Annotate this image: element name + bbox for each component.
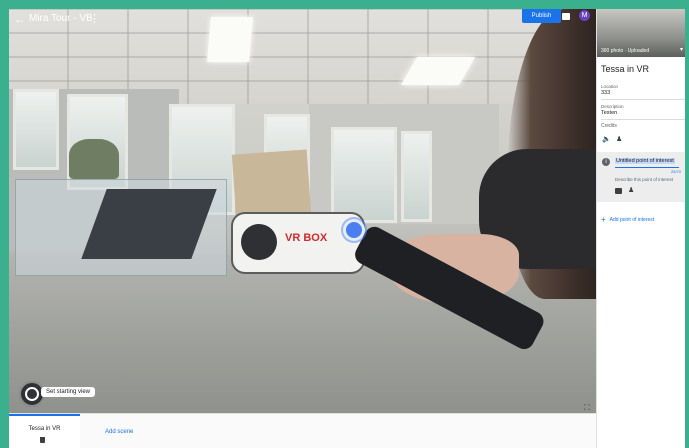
thumbnail-label: 360 photo · Uploaded [601,48,650,54]
target-icon [25,387,39,401]
point-of-interest-card: i Untitled point of interest 25/70 Descr… [597,152,685,202]
info-icon: i [602,158,610,166]
description-label: Description [601,104,624,109]
add-person-icon[interactable]: ♟ [628,186,634,194]
location-field[interactable]: 333 [601,90,610,96]
poi-title-input[interactable]: Untitled point of interest [615,158,675,164]
scene-tab[interactable]: Tessa in VR [9,414,80,448]
tree [69,139,119,179]
publish-button[interactable]: Publish [522,9,561,23]
scene-title: Tessa in VR [601,64,650,74]
add-scene-link[interactable]: Add scene [105,429,133,435]
input-underline [615,167,679,168]
window [331,127,397,223]
scene-strip: Tessa in VR Add scene [9,413,596,448]
fullscreen-icon[interactable]: ⛶ [584,403,590,413]
headset-brand: VR BOX [285,232,328,244]
avatar[interactable]: M [579,10,590,21]
top-bar: ← Mira Tour - VB ⋮ Publish M [9,9,596,31]
trash-icon[interactable] [40,437,45,443]
window [401,131,432,222]
poi-description-input[interactable]: Describe this point of interest [615,177,673,182]
vr-headset: VR BOX [231,212,365,274]
more-vert-icon[interactable]: ⋮ [89,12,100,25]
audio-icon[interactable]: 🔈 [602,135,611,143]
panorama-viewer[interactable]: VR BOX ← Mira Tour - VB ⋮ Publish M Set … [9,9,596,413]
add-point-of-interest-button[interactable]: + Add point of interest [601,215,654,224]
chevron-down-icon[interactable]: ▾ [680,46,683,53]
back-arrow-icon[interactable]: ← [14,12,26,26]
set-starting-view-label[interactable]: Set starting view [41,387,96,397]
point-of-interest-marker[interactable] [343,219,365,241]
headset-lens [241,224,277,260]
image-icon[interactable] [615,188,622,194]
window [13,89,59,170]
cardboard-box [231,149,312,220]
details-panel: 360 photo · Uploaded ▾ Tessa in VR Locat… [596,9,685,448]
plus-icon: + [601,215,606,224]
add-poi-label: Add point of interest [609,216,655,223]
char-counter: 25/70 [671,169,682,174]
description-field[interactable]: Testen [601,110,617,116]
divider [601,119,685,120]
location-label: Location [601,84,619,89]
preview-icon[interactable] [562,13,570,20]
credits-label: Credits [601,123,617,129]
app-frame: VR BOX ← Mira Tour - VB ⋮ Publish M Set … [9,9,685,448]
add-person-icon[interactable]: ♟ [616,135,622,143]
divider [601,99,685,100]
scene-thumbnail[interactable]: 360 photo · Uploaded ▾ [597,9,685,57]
tour-title: Mira Tour - VB [29,13,93,24]
scene-tab-label: Tessa in VR [28,426,61,432]
